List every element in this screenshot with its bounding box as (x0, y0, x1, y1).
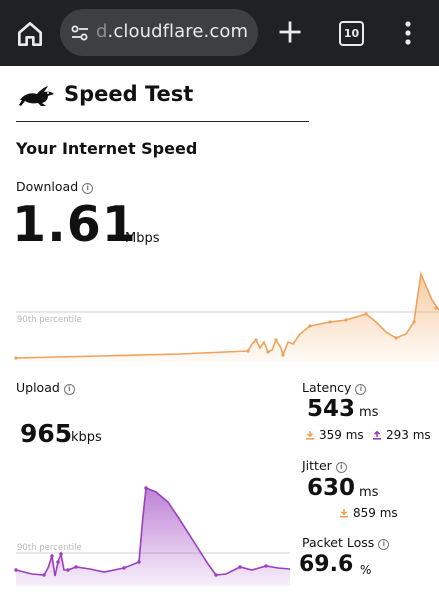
more-vert-icon[interactable] (404, 20, 412, 46)
latency-unit: ms (359, 405, 379, 420)
brand-title: Speed Test (64, 82, 194, 106)
packet-loss-label-text: Packet Loss (302, 535, 375, 550)
packet-loss-unit: % (360, 563, 372, 577)
tune-icon[interactable] (68, 21, 92, 45)
upload-arrow-icon (373, 430, 381, 440)
tab-switcher-button[interactable]: 10 (339, 21, 364, 46)
jitter-download: 859 ms (339, 506, 398, 520)
jitter-unit: ms (359, 485, 379, 500)
info-icon[interactable]: i (378, 539, 390, 550)
home-icon[interactable] (14, 18, 46, 50)
upload-chart: 90th percentile (14, 486, 290, 586)
rabbit-logo-icon (19, 86, 54, 106)
info-icon[interactable]: i (82, 183, 94, 194)
browser-toolbar: d.cloudflare.com 10 (0, 0, 439, 66)
download-chart: 90th percentile (14, 271, 439, 362)
upload-area (16, 488, 290, 586)
download-arrow-icon (306, 431, 314, 440)
upload-percentile-label: 90th percentile (17, 543, 82, 553)
upload-value: 965 (20, 419, 73, 448)
latency-value: 543 (307, 396, 356, 422)
download-arrow-icon (340, 509, 348, 518)
info-icon[interactable]: i (335, 462, 347, 473)
latency-upload: 293 ms (372, 428, 431, 442)
packet-loss-label: Packet Loss i (302, 535, 390, 550)
url-text[interactable]: d.cloudflare.com (96, 21, 248, 42)
latency-upload-value: 293 ms (386, 428, 431, 442)
jitter-label-text: Jitter (302, 458, 332, 473)
url-domain: .cloudflare.com (107, 21, 249, 42)
info-icon[interactable]: i (63, 384, 75, 395)
url-prefix: d (96, 21, 108, 42)
upload-unit: kbps (71, 430, 102, 445)
jitter-download-value: 859 ms (353, 506, 398, 520)
latency-label-text: Latency (302, 380, 352, 395)
packet-loss-value: 69.6 (299, 552, 354, 577)
address-bar[interactable]: d.cloudflare.com (60, 9, 258, 56)
upload-label: Upload i (16, 380, 75, 395)
jitter-value: 630 (307, 475, 356, 501)
download-label-text: Download (16, 179, 79, 194)
download-value: 1.61 (12, 196, 137, 253)
section-title: Your Internet Speed (16, 139, 198, 158)
jitter-label: Jitter i (302, 458, 347, 473)
download-unit: Mbps (125, 231, 160, 246)
latency-download-value: 359 ms (319, 428, 364, 442)
header-divider (16, 121, 309, 122)
latency-label: Latency i (302, 380, 367, 395)
info-icon[interactable]: i (355, 384, 367, 395)
download-percentile-label: 90th percentile (17, 315, 82, 325)
upload-label-text: Upload (16, 380, 60, 395)
latency-download: 359 ms (305, 428, 364, 442)
plus-icon[interactable] (276, 18, 304, 46)
download-label: Download i (16, 179, 94, 194)
